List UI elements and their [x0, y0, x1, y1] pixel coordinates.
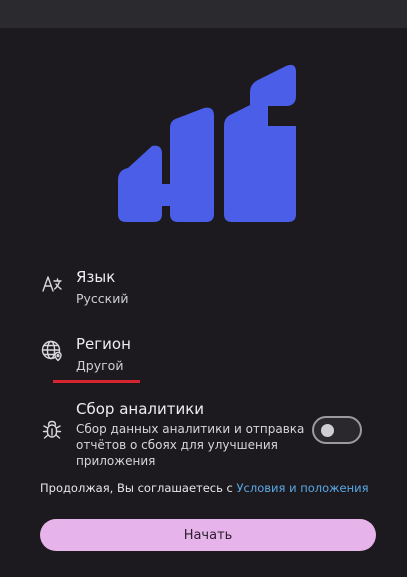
- language-setting[interactable]: Язык Русский: [40, 268, 380, 312]
- analytics-title: Сбор аналитики: [76, 400, 205, 418]
- language-title: Язык: [76, 268, 116, 286]
- start-button[interactable]: Начать: [40, 519, 376, 551]
- terms-consent: Продолжая, Вы соглашаетесь с Условия и п…: [40, 481, 390, 495]
- toggle-knob: [321, 424, 334, 437]
- bug-icon: [40, 418, 64, 442]
- analytics-setting: Сбор аналитики Сбор данных аналитики и о…: [40, 400, 380, 470]
- region-title: Регион: [76, 335, 131, 353]
- region-highlight-underline: [53, 380, 140, 383]
- analytics-description: Сбор данных аналитики и отправка отчётов…: [76, 422, 305, 468]
- analytics-toggle[interactable]: [312, 416, 362, 444]
- language-translate-icon: [40, 272, 64, 296]
- region-setting[interactable]: Регион Другой: [40, 335, 380, 379]
- globe-location-icon: [40, 339, 64, 363]
- region-value: Другой: [76, 358, 124, 373]
- language-value: Русский: [76, 291, 129, 306]
- hi-logo: [118, 64, 296, 222]
- consent-text: Продолжая, Вы соглашаетесь с: [40, 481, 237, 495]
- window-titlebar: [0, 0, 407, 28]
- terms-link[interactable]: Условия и положения: [237, 481, 369, 495]
